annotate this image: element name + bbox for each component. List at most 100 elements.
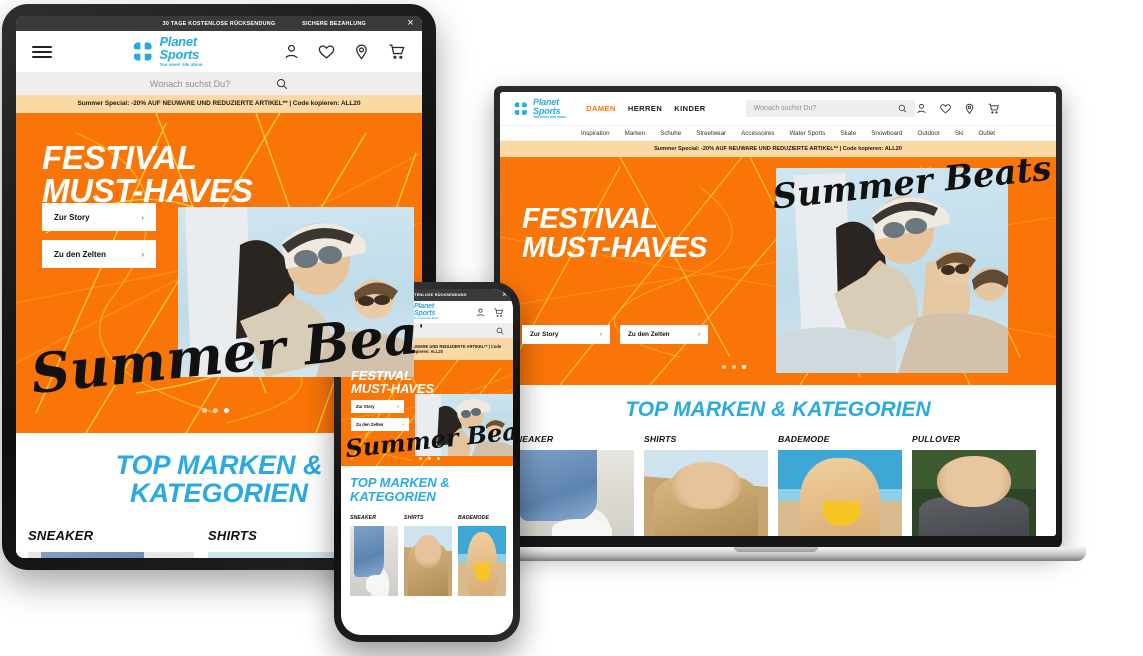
search-icon[interactable] [898,104,907,113]
gender-nav-kinder[interactable]: KINDER [674,104,705,113]
category-card-sneaker[interactable]: SNEAKER [350,515,398,597]
category-row: SNEAKER SHIRTS BADEMODE PULLOVER [500,434,1056,536]
search-input[interactable]: Wonach suchst Du? [754,105,817,112]
hero-button-zu-den-zelten-label: Zu den Zelten [356,422,384,427]
store-locator-pin-icon[interactable] [963,102,976,115]
cart-icon[interactable] [493,307,504,318]
nav-item-schuhe[interactable]: Schuhe [660,130,681,137]
hero-button-zur-story[interactable]: Zur Story › [351,400,404,413]
hero-carousel-dots[interactable] [722,365,746,369]
cart-icon[interactable] [987,102,1000,115]
hero-button-zu-den-zelten-label: Zu den Zelten [54,249,106,259]
carousel-dot-3[interactable] [437,457,440,460]
promo-banner[interactable]: Summer Special: -20% AUF NEUWARE UND RED… [500,141,1056,157]
category-label: SHIRTS [644,434,677,445]
tablet-top-banner: 30 TAGE KOSTENLOSE RÜCKSENDUNG SICHERE B… [16,16,422,31]
carousel-dot-1[interactable] [722,365,726,369]
carousel-dot-2[interactable] [213,408,218,413]
laptop-main-nav: Inspiration Marken Schuhe Streetwear Acc… [500,126,1056,141]
hero-button-zur-story[interactable]: Zur Story › [42,203,156,231]
search-icon[interactable] [496,327,504,335]
account-icon[interactable] [282,42,301,61]
category-card-bademode[interactable]: BADEMODE [458,515,506,597]
cart-icon[interactable] [387,42,406,61]
carousel-dot-2[interactable] [732,365,736,369]
carousel-dot-3[interactable] [224,408,229,413]
chevron-right-icon: › [141,212,144,222]
logo[interactable]: Planet Sports You never ride alone. [512,97,568,119]
category-label: SHIRTS [404,515,424,522]
sneaker-photo [350,526,398,597]
close-icon[interactable]: × [502,291,507,299]
promo-banner[interactable]: Summer Special: -20% AUF NEUWARE UND RED… [16,95,422,113]
category-card-shirts[interactable]: SHIRTS [404,515,452,597]
search-icon[interactable] [276,78,288,90]
hero-carousel-dots[interactable] [202,408,229,413]
store-locator-pin-icon[interactable] [352,42,371,61]
gender-nav-herren[interactable]: HERREN [628,104,662,113]
planet-sports-logo-icon [513,101,529,116]
laptop-base-notch [734,547,818,552]
category-label: BADEMODE [458,515,490,522]
gender-nav: DAMEN HERREN KINDER [586,104,706,113]
gender-nav-damen[interactable]: DAMEN [586,104,616,113]
category-label: SNEAKER [350,515,377,522]
account-icon[interactable] [915,102,928,115]
promo-text: Summer Special: -20% AUF NEUWARE UND RED… [654,145,902,152]
bademode-photo [458,526,506,597]
category-card-pullover[interactable]: PULLOVER [912,434,1036,536]
header-icon-group [475,307,504,318]
nav-item-snowboard[interactable]: Snowboard [871,130,902,137]
hero-festival-photo [178,207,414,377]
search-bar[interactable]: Wonach suchst Du? [16,72,422,95]
hero-button-zur-story-label: Zur Story [530,331,559,338]
hamburger-menu-icon[interactable] [32,43,52,61]
category-label: SNEAKER [510,434,554,445]
hero-button-zu-den-zelten[interactable]: Zu den Zelten › [42,240,156,268]
hero-banner: FESTIVAL MUST-HAVES Zur Story › Zu den Z… [500,157,1056,385]
nav-item-outdoor[interactable]: Outdoor [918,130,940,137]
search-input[interactable]: Wonach suchst Du? [150,79,230,89]
nav-item-water-sports[interactable]: Water Sports [789,130,825,137]
logo[interactable]: Planet Sports You never ride alone. [130,35,204,68]
nav-item-marken[interactable]: Marken [625,130,646,137]
category-row: SNEAKER SHIRTS BADEMODE [341,515,513,597]
category-card-bademode[interactable]: BADEMODE [778,434,902,536]
nav-item-skate[interactable]: Skate [840,130,856,137]
nav-item-inspiration[interactable]: Inspiration [581,130,610,137]
account-icon[interactable] [475,307,486,318]
wishlist-heart-icon[interactable] [317,42,336,61]
header-icon-group [915,102,1000,115]
logo-tagline: You never ride alone. [159,62,204,68]
hero-button-zu-den-zelten[interactable]: Zu den Zelten › [351,418,409,431]
categories-section: TOP MARKEN & KATEGORIEN SNEAKER SHIRTS B… [500,385,1056,536]
hero-button-zur-story-label: Zur Story [54,212,90,222]
search-bar[interactable]: Wonach suchst Du? [745,100,915,117]
laptop-screen: Planet Sports You never ride alone. DAME… [500,92,1056,536]
shirts-photo [404,526,452,597]
promo-text: Summer Special: -20% AUF NEUWARE UND RED… [77,100,361,107]
nav-item-outlet[interactable]: Outlet [978,130,995,137]
hero-button-zur-story[interactable]: Zur Story › [522,325,610,344]
nav-item-ski[interactable]: Ski [955,130,964,137]
wishlist-heart-icon[interactable] [939,102,952,115]
category-label: SNEAKER [28,527,94,543]
carousel-dot-3[interactable] [742,365,746,369]
hero-button-zu-den-zelten[interactable]: Zu den Zelten › [620,325,708,344]
categories-section: TOP MARKEN & KATEGORIEN SNEAKER SHIRTS B… [341,466,513,597]
hero-festival-photo [415,394,513,456]
hero-button-zu-den-zelten-label: Zu den Zelten [628,331,670,338]
logo-text-line2: Sports [413,309,436,317]
close-icon[interactable]: × [407,18,414,29]
carousel-dot-1[interactable] [419,457,422,460]
hero-carousel-dots[interactable] [419,457,440,460]
carousel-dot-1[interactable] [202,408,207,413]
sneaker-photo [28,551,194,558]
chevron-right-icon: › [397,403,399,410]
category-card-sneaker[interactable]: SNEAKER [28,528,194,558]
carousel-dot-2[interactable] [428,457,431,460]
nav-item-streetwear[interactable]: Streetwear [696,130,726,137]
nav-item-accessoires[interactable]: Accessoires [741,130,774,137]
category-card-sneaker[interactable]: SNEAKER [510,434,634,536]
category-card-shirts[interactable]: SHIRTS [644,434,768,536]
